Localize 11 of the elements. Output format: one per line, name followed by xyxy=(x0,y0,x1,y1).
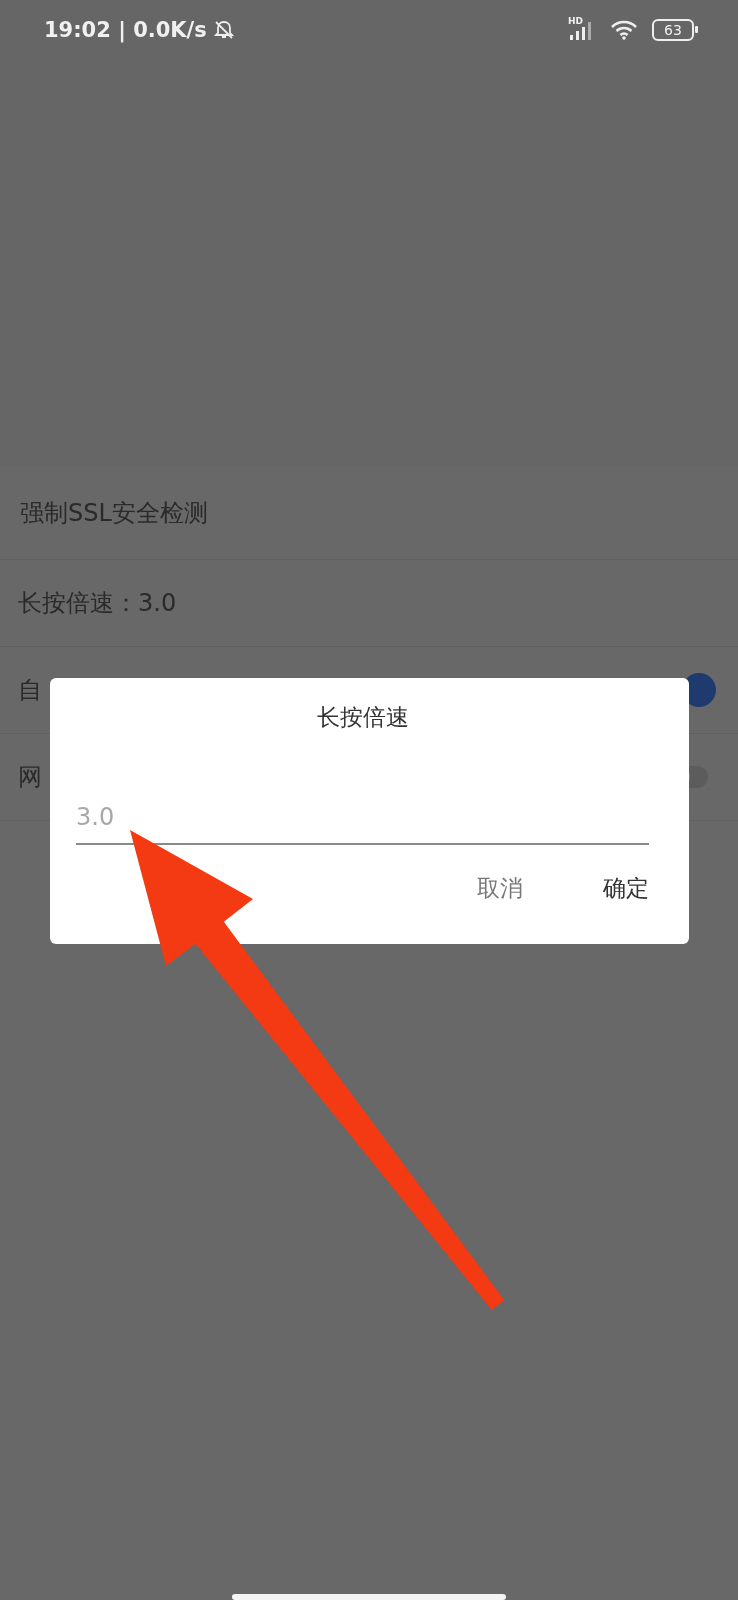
cancel-button[interactable]: 取消 xyxy=(477,873,523,904)
dialog-title: 长按倍速 xyxy=(316,703,409,732)
setting-label[interactable]: 强制SSL安全检测 xyxy=(20,497,208,529)
setting-label[interactable]: 长按倍速：3.0 xyxy=(18,587,177,619)
bell-muted-icon xyxy=(212,19,235,41)
wifi-icon xyxy=(610,20,638,40)
setting-label[interactable]: 自 xyxy=(18,674,42,706)
network-label: HD xyxy=(568,16,583,26)
status-time: 19:02 | 0.0K/s xyxy=(44,18,207,42)
confirm-button[interactable]: 确定 xyxy=(603,873,649,904)
setting-label[interactable]: 网 xyxy=(18,761,42,793)
